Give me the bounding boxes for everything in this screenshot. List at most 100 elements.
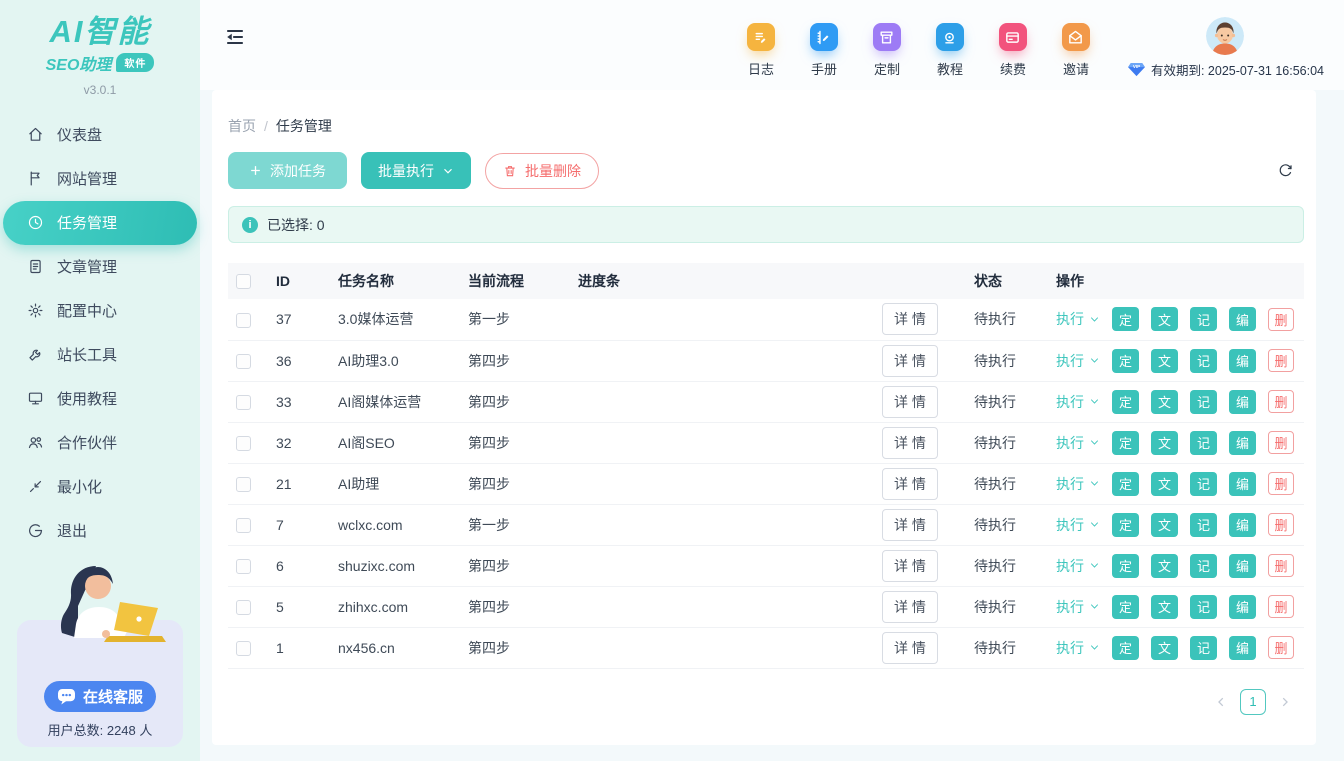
- action-article-button[interactable]: 文: [1151, 349, 1178, 373]
- action-edit-button[interactable]: 编: [1229, 390, 1256, 414]
- action-schedule-button[interactable]: 定: [1112, 307, 1139, 331]
- batch-delete-button[interactable]: 批量删除: [485, 153, 599, 189]
- action-delete-button[interactable]: 删: [1268, 390, 1294, 413]
- action-schedule-button[interactable]: 定: [1112, 431, 1139, 455]
- execute-dropdown[interactable]: 执行: [1056, 556, 1100, 576]
- action-delete-button[interactable]: 删: [1268, 308, 1294, 331]
- execute-dropdown[interactable]: 执行: [1056, 474, 1100, 494]
- sidebar-item-dashboard[interactable]: 仪表盘: [0, 113, 200, 157]
- detail-button[interactable]: 详 情: [882, 427, 938, 459]
- action-article-button[interactable]: 文: [1151, 636, 1178, 660]
- action-schedule-button[interactable]: 定: [1112, 595, 1139, 619]
- action-schedule-button[interactable]: 定: [1112, 513, 1139, 537]
- quick-link-invite[interactable]: 邀请: [1057, 23, 1095, 78]
- action-record-button[interactable]: 记: [1190, 390, 1217, 414]
- row-checkbox[interactable]: [236, 395, 251, 410]
- refresh-icon[interactable]: [1277, 162, 1294, 179]
- action-article-button[interactable]: 文: [1151, 554, 1178, 578]
- detail-button[interactable]: 详 情: [882, 632, 938, 664]
- row-checkbox[interactable]: [236, 559, 251, 574]
- detail-button[interactable]: 详 情: [882, 345, 938, 377]
- action-schedule-button[interactable]: 定: [1112, 636, 1139, 660]
- action-record-button[interactable]: 记: [1190, 595, 1217, 619]
- prev-page-icon[interactable]: [1214, 695, 1228, 709]
- row-checkbox[interactable]: [236, 313, 251, 328]
- sidebar-item-task-management[interactable]: 任务管理: [3, 201, 197, 245]
- action-edit-button[interactable]: 编: [1229, 554, 1256, 578]
- row-checkbox[interactable]: [236, 600, 251, 615]
- row-checkbox[interactable]: [236, 436, 251, 451]
- action-schedule-button[interactable]: 定: [1112, 390, 1139, 414]
- execute-dropdown[interactable]: 执行: [1056, 351, 1100, 371]
- select-all-checkbox[interactable]: [236, 274, 251, 289]
- row-checkbox[interactable]: [236, 354, 251, 369]
- action-delete-button[interactable]: 删: [1268, 431, 1294, 454]
- action-record-button[interactable]: 记: [1190, 349, 1217, 373]
- execute-dropdown[interactable]: 执行: [1056, 392, 1100, 412]
- action-delete-button[interactable]: 删: [1268, 349, 1294, 372]
- execute-dropdown[interactable]: 执行: [1056, 638, 1100, 658]
- quick-link-renew[interactable]: 续费: [994, 23, 1032, 78]
- action-record-button[interactable]: 记: [1190, 513, 1217, 537]
- action-delete-button[interactable]: 删: [1268, 554, 1294, 577]
- user-avatar[interactable]: [1206, 17, 1244, 55]
- quick-link-custom[interactable]: 定制: [868, 23, 906, 78]
- action-article-button[interactable]: 文: [1151, 472, 1178, 496]
- action-record-button[interactable]: 记: [1190, 431, 1217, 455]
- action-delete-button[interactable]: 删: [1268, 636, 1294, 659]
- action-article-button[interactable]: 文: [1151, 513, 1178, 537]
- row-checkbox[interactable]: [236, 518, 251, 533]
- action-edit-button[interactable]: 编: [1229, 307, 1256, 331]
- quick-link-manual[interactable]: 手册: [805, 23, 843, 78]
- action-edit-button[interactable]: 编: [1229, 595, 1256, 619]
- action-delete-button[interactable]: 删: [1268, 472, 1294, 495]
- execute-dropdown[interactable]: 执行: [1056, 309, 1100, 329]
- online-service-button[interactable]: 在线客服: [44, 681, 156, 712]
- sidebar-item-minimize[interactable]: 最小化: [0, 465, 200, 509]
- next-page-icon[interactable]: [1278, 695, 1292, 709]
- execute-dropdown[interactable]: 执行: [1056, 597, 1100, 617]
- sidebar-item-partners[interactable]: 合作伙伴: [0, 421, 200, 465]
- action-schedule-button[interactable]: 定: [1112, 554, 1139, 578]
- detail-button[interactable]: 详 情: [882, 509, 938, 541]
- execute-dropdown[interactable]: 执行: [1056, 433, 1100, 453]
- sidebar-item-config-center[interactable]: 配置中心: [0, 289, 200, 333]
- action-schedule-button[interactable]: 定: [1112, 349, 1139, 373]
- action-article-button[interactable]: 文: [1151, 595, 1178, 619]
- action-delete-button[interactable]: 删: [1268, 595, 1294, 618]
- quick-link-tutorial[interactable]: 教程: [931, 23, 969, 78]
- action-edit-button[interactable]: 编: [1229, 349, 1256, 373]
- batch-execute-button[interactable]: 批量执行: [361, 152, 471, 189]
- sidebar-item-usage-tutorial[interactable]: 使用教程: [0, 377, 200, 421]
- sidebar-item-article-management[interactable]: 文章管理: [0, 245, 200, 289]
- detail-button[interactable]: 详 情: [882, 303, 938, 335]
- row-checkbox[interactable]: [236, 477, 251, 492]
- action-record-button[interactable]: 记: [1190, 636, 1217, 660]
- sidebar-item-site-management[interactable]: 网站管理: [0, 157, 200, 201]
- action-edit-button[interactable]: 编: [1229, 431, 1256, 455]
- breadcrumb-home[interactable]: 首页: [228, 116, 256, 136]
- detail-button[interactable]: 详 情: [882, 550, 938, 582]
- action-schedule-button[interactable]: 定: [1112, 472, 1139, 496]
- quick-link-logs[interactable]: 日志: [742, 23, 780, 78]
- page-number[interactable]: 1: [1240, 689, 1266, 715]
- detail-button[interactable]: 详 情: [882, 591, 938, 623]
- action-record-button[interactable]: 记: [1190, 554, 1217, 578]
- action-record-button[interactable]: 记: [1190, 472, 1217, 496]
- detail-button[interactable]: 详 情: [882, 386, 938, 418]
- sidebar-item-webmaster-tools[interactable]: 站长工具: [0, 333, 200, 377]
- execute-dropdown[interactable]: 执行: [1056, 515, 1100, 535]
- add-task-button[interactable]: 添加任务: [228, 152, 347, 189]
- action-record-button[interactable]: 记: [1190, 307, 1217, 331]
- sidebar-fold-icon[interactable]: [224, 26, 246, 48]
- sidebar-item-logout[interactable]: 退出: [0, 509, 200, 553]
- action-delete-button[interactable]: 删: [1268, 513, 1294, 536]
- action-edit-button[interactable]: 编: [1229, 636, 1256, 660]
- action-edit-button[interactable]: 编: [1229, 472, 1256, 496]
- action-article-button[interactable]: 文: [1151, 307, 1178, 331]
- action-edit-button[interactable]: 编: [1229, 513, 1256, 537]
- detail-button[interactable]: 详 情: [882, 468, 938, 500]
- row-checkbox[interactable]: [236, 641, 251, 656]
- action-article-button[interactable]: 文: [1151, 390, 1178, 414]
- action-article-button[interactable]: 文: [1151, 431, 1178, 455]
